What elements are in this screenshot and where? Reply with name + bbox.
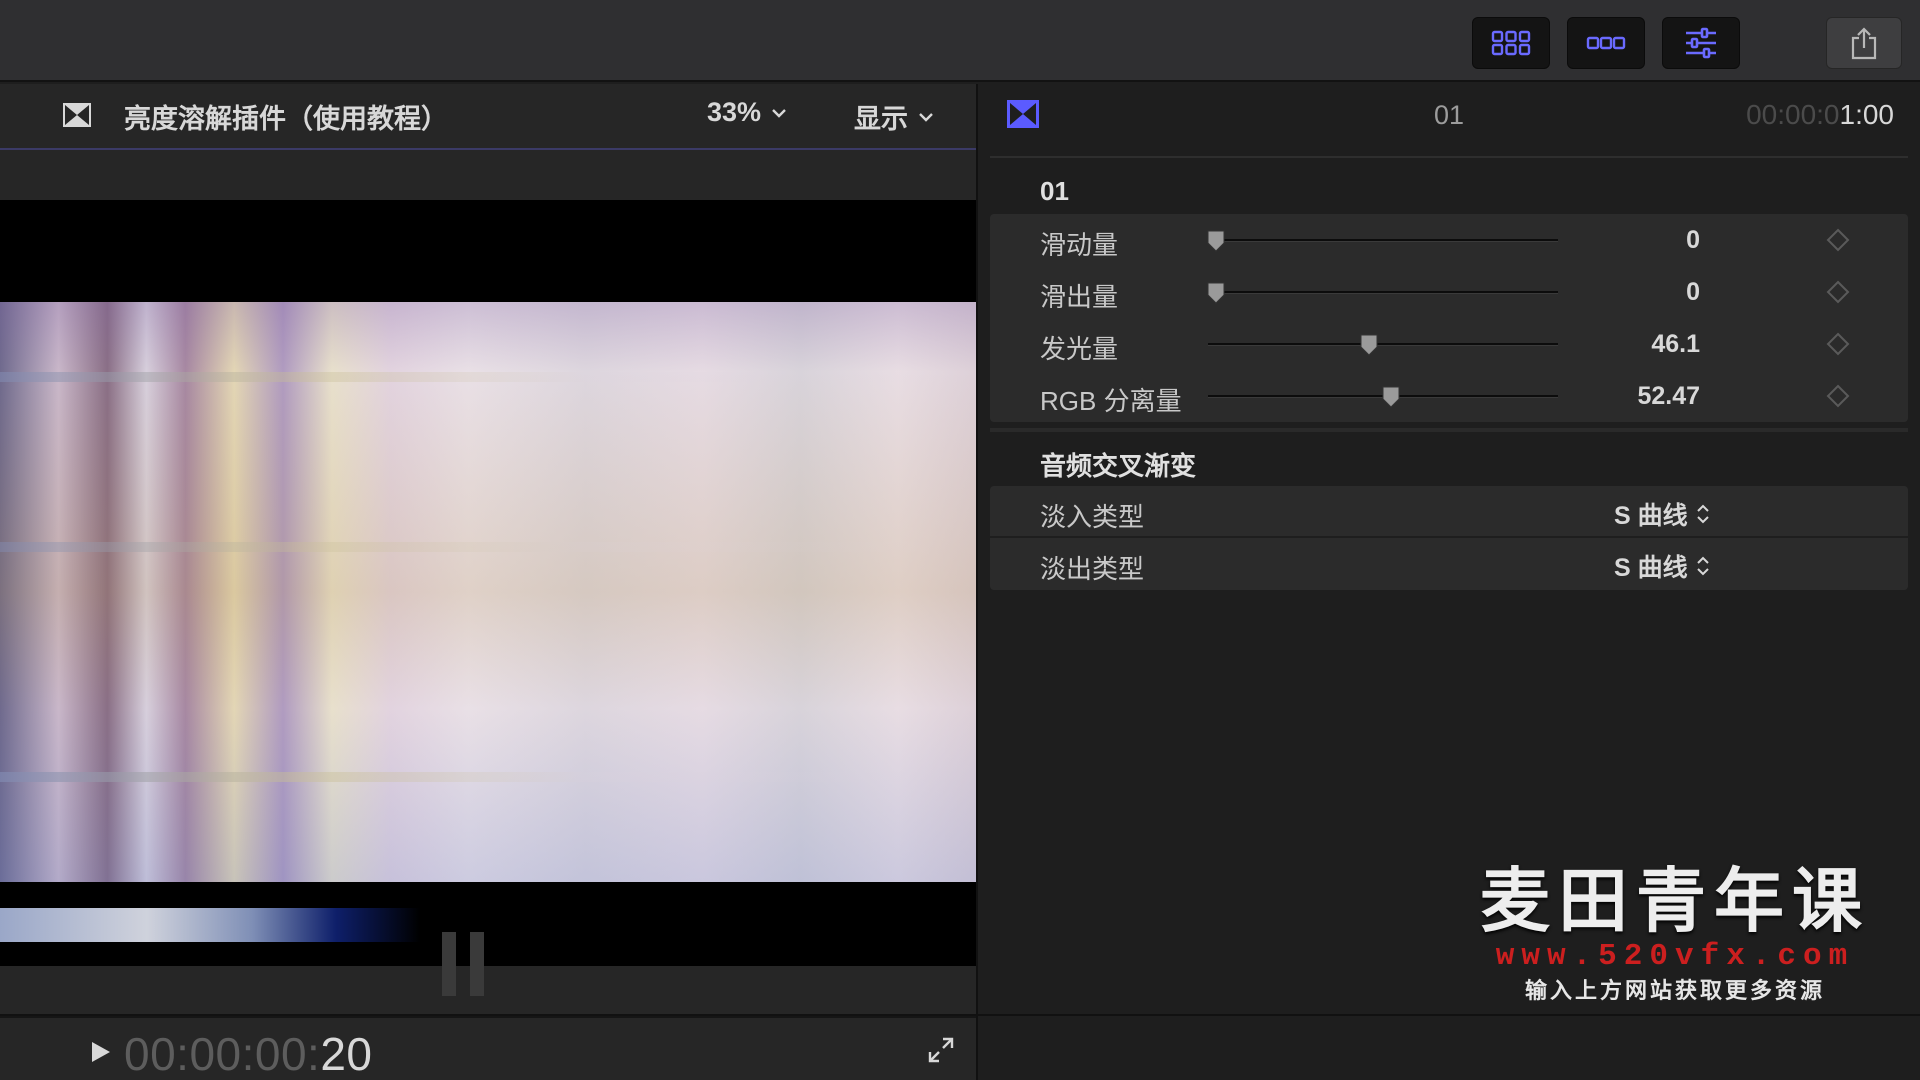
param-label: RGB 分离量 [1040,386,1182,416]
viewer-bottom-border [0,1014,976,1016]
param-row-glow: 发光量 46.1 [990,318,1908,370]
play-icon[interactable] [90,1040,112,1064]
param-value[interactable]: 52.47 [1630,382,1700,411]
audio-meter-left [442,932,456,996]
keyframe-diamond-icon[interactable] [1826,228,1850,252]
section-divider [990,428,1908,432]
param-row-fade-in: 淡入类型 S 曲线 [990,486,1908,538]
glitch-streak [0,772,976,782]
share-button[interactable] [1826,17,1902,69]
inspector-rule [990,156,1908,158]
audio-meter-right [470,932,484,996]
final-cut-window: 亮度溶解插件（使用教程） 33% 显示 00:00:00:20 01 00:00… [0,0,1920,1080]
viewer-footer: 00:00:00:20 [0,1016,976,1080]
param-slider[interactable] [1207,230,1558,252]
zoom-menu[interactable]: 33% [707,97,787,128]
keyframe-diamond-icon[interactable] [1826,332,1850,356]
viewer-title: 亮度溶解插件（使用教程） [124,104,448,134]
viewer-panel: 亮度溶解插件（使用教程） 33% 显示 00:00:00:20 [0,84,976,1080]
chevron-down-icon [772,108,786,118]
param-slider[interactable] [1208,334,1558,356]
audio-params: 淡入类型 S 曲线 淡出类型 S 曲线 [990,486,1908,590]
fade-in-type-popup[interactable]: S 曲线 [1614,496,1710,532]
video-frame [0,302,976,882]
display-menu[interactable]: 显示 [854,97,934,136]
inspector-sliders-icon [1686,27,1716,59]
playhead-timecode[interactable]: 00:00:00:20 [124,1027,373,1080]
param-label: 淡出类型 [1040,554,1145,584]
watermark-url: www.520vfx.com [1495,939,1855,974]
slider-thumb[interactable] [1206,229,1226,253]
popup-value: S 曲线 [1614,502,1688,530]
zoom-value: 33% [707,97,762,127]
param-value[interactable]: 0 [1630,226,1700,255]
viewer-header: 亮度溶解插件（使用教程） 33% 显示 [0,84,976,150]
param-label: 发光量 [1040,334,1119,364]
video-canvas[interactable] [0,200,976,966]
inspector-header: 01 00:00:01:00 [978,84,1920,156]
keyframe-diamond-icon[interactable] [1826,384,1850,408]
duration-active: 1:00 [1839,99,1895,130]
glitch-strip [0,908,420,942]
watermark-subtitle: 输入上方网站获取更多资源 [1524,978,1825,1003]
param-value[interactable]: 46.1 [1630,330,1700,359]
display-menu-label: 显示 [854,104,908,134]
effect-section-title: 01 [1040,176,1069,206]
transition-icon [63,103,91,127]
param-value[interactable]: 0 [1630,278,1700,307]
share-icon [1851,27,1877,60]
slider-thumb[interactable] [1381,385,1401,409]
timeline-toggle-button[interactable] [1567,17,1645,69]
glitch-streak [0,372,976,382]
top-toolbar [0,0,1920,82]
fade-out-type-popup[interactable]: S 曲线 [1614,548,1710,584]
browser-toggle-button[interactable] [1472,17,1550,69]
up-down-chevron-icon [1696,504,1709,524]
glitch-streak [0,542,976,552]
param-row-slide-out: 滑出量 0 [990,266,1908,318]
param-row-rgb-split: RGB 分离量 52.47 [990,370,1908,422]
slider-thumb[interactable] [1359,333,1379,357]
watermark: 麦田青年课 www.520vfx.com 输入上方网站获取更多资源 [1455,862,1895,1008]
timecode-dim: 00:00:00: [124,1028,321,1080]
chevron-down-icon [919,112,933,122]
timeline-icon [1586,36,1626,50]
param-row-slide-in: 滑动量 0 [990,214,1908,266]
param-label: 滑动量 [1040,230,1119,260]
param-label: 淡入类型 [1040,502,1145,532]
inspector-footer [978,1014,1920,1080]
param-row-fade-out: 淡出类型 S 曲线 [990,538,1908,590]
param-slider[interactable] [1207,282,1558,304]
param-slider[interactable] [1208,386,1558,408]
fullscreen-icon[interactable] [927,1036,955,1064]
up-down-chevron-icon [1696,556,1709,576]
inspector-toggle-button[interactable] [1662,17,1740,69]
param-label: 滑出量 [1040,282,1119,312]
effect-params: 滑动量 0 滑出量 0 发光量 46.1 RGB 分离量 52.47 [990,214,1908,422]
watermark-title: 麦田青年课 [1480,862,1870,940]
audio-section-title: 音频交叉渐变 [1040,451,1197,481]
timecode-frames: 20 [320,1028,373,1080]
slider-thumb[interactable] [1206,281,1226,305]
popup-value: S 曲线 [1614,554,1688,582]
duration-dim: 00:00:0 [1746,99,1840,130]
browser-grid-icon [1491,30,1531,56]
inspector-duration: 00:00:01:00 [1746,99,1894,131]
keyframe-diamond-icon[interactable] [1826,280,1850,304]
